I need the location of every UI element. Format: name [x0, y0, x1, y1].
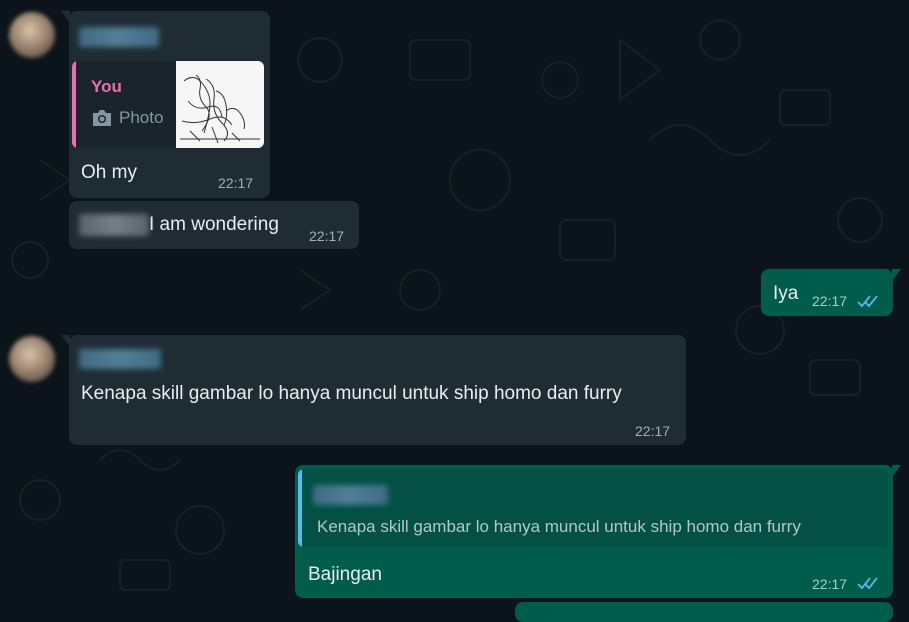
quote-accent-bar: [72, 61, 76, 148]
quoted-author-redacted: [313, 485, 388, 505]
quoted-message[interactable]: Kenapa skill gambar lo hanya muncul untu…: [298, 469, 888, 547]
quoted-kind-label: Photo: [119, 108, 164, 127]
read-receipt-icon: [857, 295, 878, 308]
sender-avatar[interactable]: [9, 12, 55, 58]
message-text: Oh my: [81, 162, 137, 183]
sender-avatar[interactable]: [9, 336, 55, 382]
incoming-message-bubble[interactable]: Kenapa skill gambar lo hanya muncul untu…: [61, 335, 686, 445]
message-time: 22:17: [635, 423, 671, 439]
quoted-text: Kenapa skill gambar lo hanya muncul untu…: [317, 517, 801, 536]
quoted-author: You: [91, 77, 122, 96]
quoted-message[interactable]: You Photo: [72, 61, 264, 148]
camera-icon: [93, 110, 111, 126]
outgoing-message-bubble[interactable]: Kenapa skill gambar lo hanya muncul untu…: [295, 465, 901, 598]
outgoing-message-bubble-partial[interactable]: [515, 602, 893, 622]
sender-name-redacted: [79, 27, 159, 47]
incoming-message-bubble[interactable]: You Photo Oh my 22:17: [61, 11, 270, 198]
quoted-photo-thumbnail: [176, 61, 264, 148]
incoming-message-bubble[interactable]: I am wondering 22:17: [69, 201, 359, 249]
message-text: Iya: [773, 283, 799, 304]
outgoing-message-bubble[interactable]: Iya 22:17: [761, 269, 901, 316]
sketch-image: [176, 61, 264, 148]
message-time: 22:17: [812, 576, 848, 592]
message-time: 22:17: [812, 293, 848, 309]
message-time: 22:17: [309, 228, 345, 244]
quote-accent-bar: [298, 469, 302, 547]
message-text: Kenapa skill gambar lo hanya muncul untu…: [81, 383, 622, 404]
message-text: Bajingan: [308, 564, 382, 585]
read-receipt-icon: [857, 577, 878, 590]
mention-redacted: [79, 214, 149, 236]
message-text: I am wondering: [149, 214, 279, 235]
message-time: 22:17: [218, 175, 254, 191]
sender-name-redacted: [79, 349, 161, 369]
